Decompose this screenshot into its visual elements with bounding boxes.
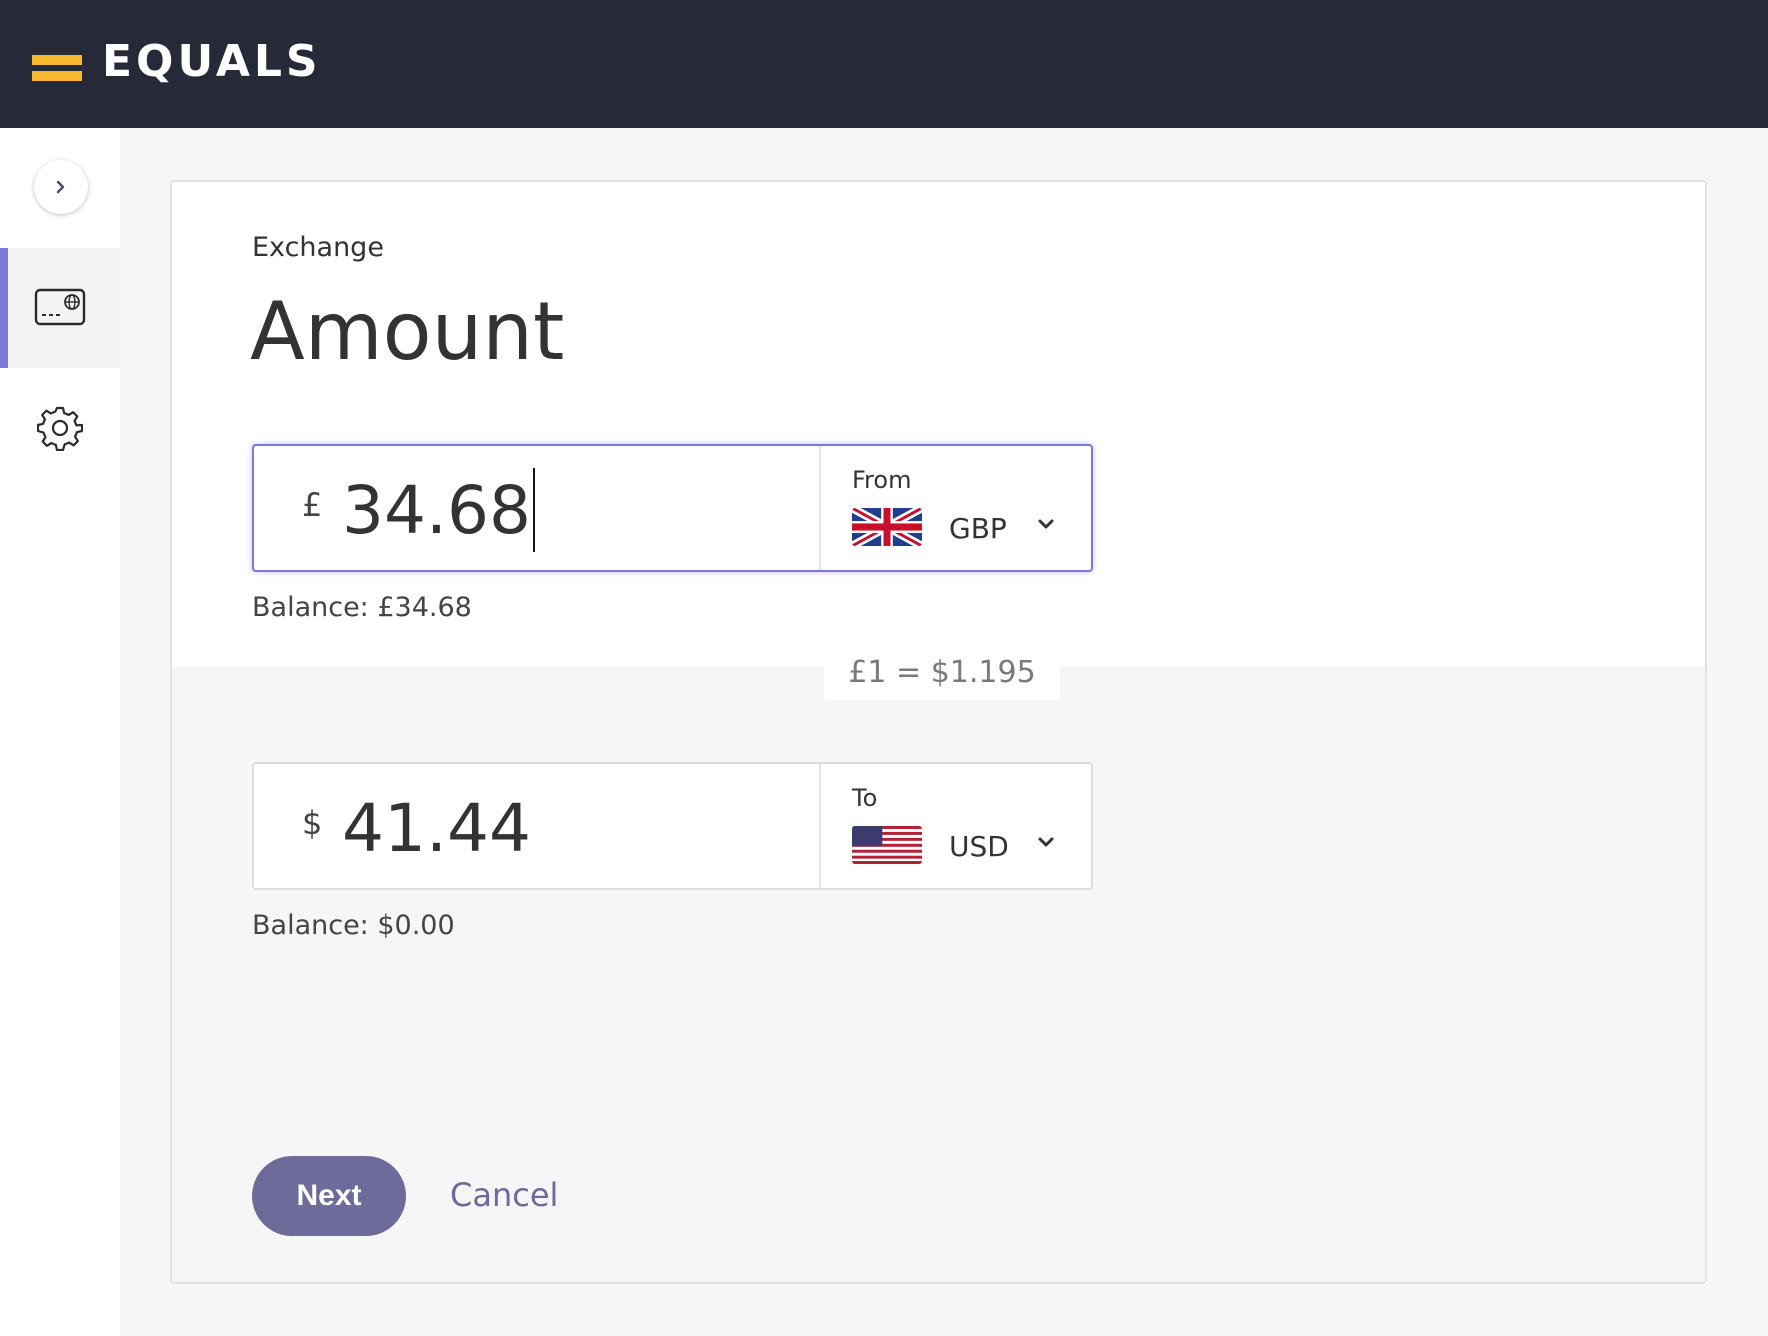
from-balance: Balance: £34.68 bbox=[252, 592, 472, 623]
chevron-right-icon bbox=[56, 180, 65, 194]
field-divider bbox=[819, 446, 821, 570]
gear-icon bbox=[37, 406, 83, 451]
from-amount-input[interactable]: 34.68 bbox=[342, 467, 535, 552]
sidebar-item-cards[interactable] bbox=[0, 248, 120, 368]
from-label: From bbox=[852, 466, 912, 494]
from-amount-value: 34.68 bbox=[342, 472, 531, 549]
to-label: To bbox=[852, 784, 878, 812]
expand-sidebar-button[interactable] bbox=[34, 160, 88, 214]
chevron-down-icon bbox=[1038, 837, 1054, 847]
chevron-down-icon bbox=[1038, 519, 1054, 529]
exchange-rate: £1 = $1.195 bbox=[824, 644, 1060, 700]
exchange-card: Exchange Amount £ 34.68 From GBP Balance… bbox=[170, 180, 1707, 1284]
sidebar-item-settings[interactable] bbox=[0, 368, 120, 488]
from-currency-code: GBP bbox=[949, 512, 1007, 545]
page-subtitle: Exchange bbox=[252, 232, 384, 263]
from-currency-symbol: £ bbox=[302, 486, 323, 524]
from-amount-field[interactable]: £ 34.68 From GBP bbox=[252, 444, 1093, 572]
to-amount-field[interactable]: $ 41.44 To USD bbox=[252, 762, 1093, 890]
to-amount-input[interactable]: 41.44 bbox=[342, 792, 531, 866]
field-divider bbox=[819, 764, 821, 888]
next-button[interactable]: Next bbox=[252, 1156, 406, 1236]
top-bar: EQUALS bbox=[0, 0, 1768, 128]
logo[interactable]: EQUALS bbox=[32, 38, 322, 86]
cancel-link[interactable]: Cancel bbox=[450, 1176, 558, 1214]
to-balance: Balance: $0.00 bbox=[252, 910, 455, 941]
brand-name: EQUALS bbox=[102, 36, 322, 87]
uk-flag-icon bbox=[852, 508, 922, 546]
to-currency-symbol: $ bbox=[302, 804, 323, 842]
text-caret bbox=[532, 467, 535, 552]
card-globe-icon bbox=[34, 288, 86, 326]
us-flag-icon bbox=[852, 826, 922, 864]
page-title: Amount bbox=[250, 285, 565, 378]
to-amount-value: 41.44 bbox=[342, 790, 531, 867]
to-currency-code: USD bbox=[949, 830, 1009, 863]
logo-mark-icon bbox=[32, 46, 82, 81]
